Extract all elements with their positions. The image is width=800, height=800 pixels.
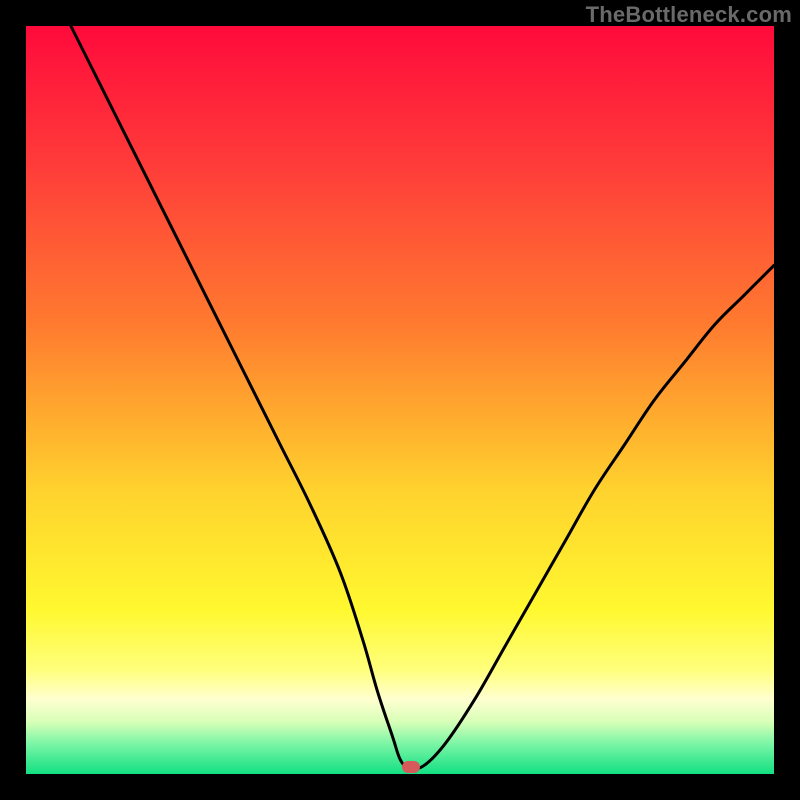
plot-area: [26, 26, 774, 774]
optimal-point-marker: [402, 761, 420, 773]
watermark-text: TheBottleneck.com: [586, 2, 792, 28]
bottleneck-curve: [26, 26, 774, 774]
chart-frame: TheBottleneck.com: [0, 0, 800, 800]
